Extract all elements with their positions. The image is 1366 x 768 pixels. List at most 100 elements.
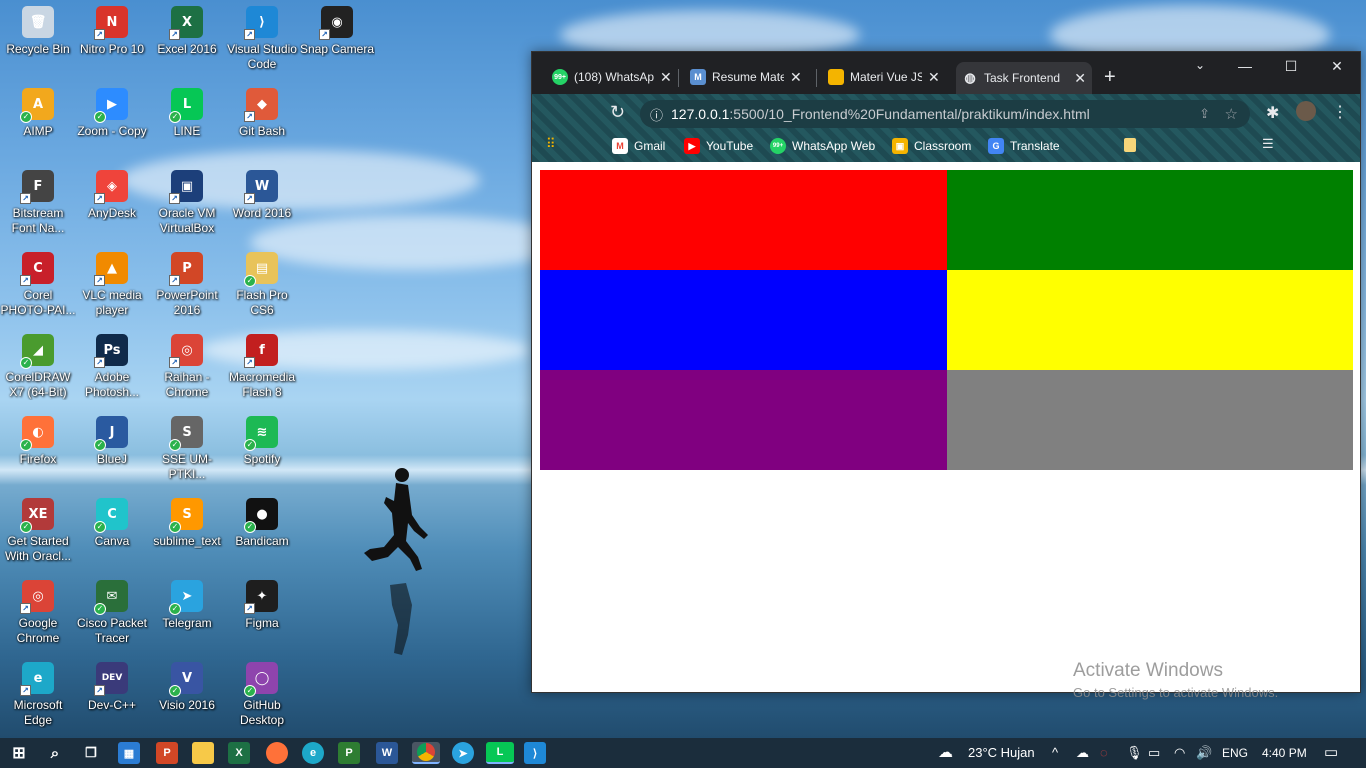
folder-icon[interactable] — [1124, 138, 1136, 152]
notification-icon[interactable]: ▭ — [1324, 743, 1338, 761]
get-started-with-oracl-icon: XE ✓ — [20, 498, 54, 533]
weather-text[interactable]: 23°C Hujan — [968, 745, 1035, 760]
desktop-icon-flash-pro-cs6[interactable]: ▤ ✓ Flash Pro CS6 — [224, 252, 300, 318]
desktop-icon-google-chrome[interactable]: ◎ ↗ Google Chrome — [0, 580, 76, 646]
chevron-up-icon[interactable]: ^ — [1052, 745, 1058, 760]
close-window-button[interactable]: ✕ — [1314, 58, 1360, 75]
close-tab-icon[interactable]: ✕ — [1074, 70, 1086, 87]
reading-list-icon[interactable]: ☰ — [1262, 136, 1274, 152]
share-icon[interactable]: ⇪ — [1199, 106, 1210, 122]
file-explorer-icon[interactable] — [192, 742, 214, 764]
start-button[interactable]: ⊞ — [8, 742, 30, 764]
desktop-icon-spotify[interactable]: ≋ ✓ Spotify — [224, 416, 300, 467]
volume-icon[interactable]: 🔊 — [1196, 745, 1212, 761]
telegram-taskbar-icon[interactable]: ➤ — [452, 742, 474, 764]
tab-whatsapp[interactable]: 99+ (108) WhatsApp ✕ — [546, 64, 678, 90]
desktop-icon-adobe-photosh[interactable]: Ps ↗ Adobe Photosh... — [74, 334, 150, 400]
tab-task-frontend[interactable]: ◍ Task Frontend ✕ — [956, 62, 1092, 94]
desktop-icon-macromedia-flash-8[interactable]: f ↗ Macromedia Flash 8 — [224, 334, 300, 400]
task-view-icon[interactable]: ❐ — [80, 742, 102, 764]
cloud-status-icon[interactable]: ☁ — [1076, 745, 1089, 761]
desktop-icon-aimp[interactable]: A ✓ AIMP — [0, 88, 76, 139]
desktop-icon-sublime-text[interactable]: S ✓ sublime_text — [149, 498, 225, 549]
tab-search-icon[interactable]: ⌄ — [1177, 58, 1223, 72]
weather-icon[interactable]: ☁ — [938, 743, 953, 761]
network-error-icon[interactable]: ◌ — [1100, 745, 1108, 760]
desktop-icon-firefox[interactable]: ◐ ✓ Firefox — [0, 416, 76, 467]
excel-taskbar-icon[interactable]: X — [228, 742, 250, 764]
desktop-icon-canva[interactable]: C ✓ Canva — [74, 498, 150, 549]
desktop-icon-label: Flash Pro CS6 — [236, 288, 288, 317]
desktop-icon-oracle-vm-virtualbox[interactable]: ▣ ↗ Oracle VM VirtualBox — [149, 170, 225, 236]
desktop-icon-snap-camera[interactable]: ◉ ↗ Snap Camera — [299, 6, 375, 57]
sync-check-icon: ✓ — [244, 685, 256, 697]
desktop-icon-anydesk[interactable]: ◈ ↗ AnyDesk — [74, 170, 150, 221]
chrome-taskbar-icon[interactable] — [412, 742, 440, 764]
desktop-icon-github-desktop[interactable]: ◯ ✓ GitHub Desktop — [224, 662, 300, 728]
search-icon[interactable]: ⌕ — [44, 742, 66, 764]
desktop-icon-microsoft-edge[interactable]: e ↗ Microsoft Edge — [0, 662, 76, 728]
desktop-icon-cisco-packet-tracer[interactable]: ✉ ✓ Cisco Packet Tracer — [74, 580, 150, 646]
desktop-icon-bitstream-font-na[interactable]: F ↗ Bitstream Font Na... — [0, 170, 76, 236]
edge-taskbar-icon[interactable]: e — [302, 742, 324, 764]
desktop-icon-visio-2016[interactable]: V ✓ Visio 2016 — [149, 662, 225, 713]
bookmark-gmail[interactable]: M Gmail — [612, 138, 665, 154]
sync-check-icon: ✓ — [94, 603, 106, 615]
word-taskbar-icon[interactable]: W — [376, 742, 398, 764]
desktop-icon-bluej[interactable]: J ✓ BlueJ — [74, 416, 150, 467]
desktop-icon-dev-c[interactable]: DEV ↗ Dev-C++ — [74, 662, 150, 713]
close-tab-icon[interactable]: ✕ — [790, 69, 802, 86]
desktop-icon-excel-2016[interactable]: X ↗ Excel 2016 — [149, 6, 225, 57]
clock[interactable]: 4:40 PM — [1262, 746, 1307, 760]
zoom-copy-icon: ▶ ✓ — [94, 88, 128, 123]
desktop-icon-zoom-copy[interactable]: ▶ ✓ Zoom - Copy — [74, 88, 150, 139]
bookmark-youtube[interactable]: ▶ YouTube — [684, 138, 753, 154]
bookmark-star-icon[interactable]: ☆ — [1225, 105, 1238, 123]
desktop-icon-visual-studio-code[interactable]: ⟩ ↗ Visual Studio Code — [224, 6, 300, 72]
tab-materi-vue[interactable]: Materi Vue JS ✕ — [822, 64, 946, 90]
new-tab-button[interactable]: + — [1104, 66, 1116, 89]
vscode-taskbar-icon[interactable]: ⟩ — [524, 742, 546, 764]
bookmark-whatsapp-web[interactable]: 99+ WhatsApp Web — [770, 138, 875, 154]
menu-icon[interactable]: ⋮ — [1332, 102, 1348, 122]
desktop-icon-vlc-media-player[interactable]: ▲ ↗ VLC media player — [74, 252, 150, 318]
desktop-icon-raihan-chrome[interactable]: ◎ ↗ Raihan - Chrome — [149, 334, 225, 400]
maximize-button[interactable]: ☐ — [1268, 58, 1314, 75]
extensions-icon[interactable]: ✱ — [1266, 103, 1279, 123]
desktop-icon-sse-um-ptki[interactable]: S ✓ SSE UM-PTKI... — [149, 416, 225, 482]
language-indicator[interactable]: ENG — [1222, 746, 1248, 760]
desktop-icon-get-started-with-oracl[interactable]: XE ✓ Get Started With Oracl... — [0, 498, 76, 564]
desktop-icon-nitro-pro-10[interactable]: N ↗ Nitro Pro 10 — [74, 6, 150, 57]
info-icon[interactable]: ⓘ — [650, 105, 663, 124]
desktop-icon-bandicam[interactable]: ● ✓ Bandicam — [224, 498, 300, 549]
desktop-icon-recycle-bin[interactable]: 🗑 Recycle Bin — [0, 6, 76, 57]
desktop-icon-word-2016[interactable]: W ↗ Word 2016 — [224, 170, 300, 221]
desktop-icon-telegram[interactable]: ➤ ✓ Telegram — [149, 580, 225, 631]
desktop-icon-corel-photo-pai[interactable]: C ↗ Corel PHOTO-PAI... — [0, 252, 76, 318]
wifi-icon[interactable]: ◠ — [1174, 745, 1185, 761]
address-bar[interactable]: ⓘ 127.0.0.1 :5500/10_Frontend%20Fundamen… — [640, 100, 1250, 128]
desktop-icon-line[interactable]: L ✓ LINE — [149, 88, 225, 139]
close-tab-icon[interactable]: ✕ — [928, 69, 940, 86]
apps-icon[interactable]: ⠿ — [546, 136, 556, 152]
minimize-button[interactable]: — — [1222, 58, 1268, 74]
store-icon[interactable]: ▦ — [118, 742, 140, 764]
microphone-icon[interactable]: 🎙 — [1126, 745, 1143, 761]
desktop-icon-git-bash[interactable]: ◆ ↗ Git Bash — [224, 88, 300, 139]
desktop-icon-figma[interactable]: ✦ ↗ Figma — [224, 580, 300, 631]
line-taskbar-icon[interactable]: L — [486, 742, 514, 764]
bookmark-translate[interactable]: G Translate — [988, 138, 1060, 154]
reload-icon[interactable]: ↻ — [610, 102, 625, 123]
firefox-taskbar-icon[interactable] — [266, 742, 288, 764]
desktop-icon-label: CorelDRAW X7 (64-Bit) — [5, 370, 71, 399]
desktop-icon-coreldraw-x7-64-bit[interactable]: ◢ ✓ CorelDRAW X7 (64-Bit) — [0, 334, 76, 400]
powerpoint-taskbar-icon[interactable]: P — [156, 742, 178, 764]
battery-icon[interactable]: ▭ — [1148, 745, 1160, 761]
close-tab-icon[interactable]: ✕ — [660, 69, 672, 86]
shortcut-arrow-icon: ↗ — [169, 29, 180, 40]
desktop-icon-powerpoint-2016[interactable]: P ↗ PowerPoint 2016 — [149, 252, 225, 318]
profile-avatar[interactable] — [1296, 101, 1316, 121]
tab-resume-materi[interactable]: M Resume Materi ✕ — [684, 64, 808, 90]
bookmark-classroom[interactable]: ▣ Classroom — [892, 138, 971, 154]
project-taskbar-icon[interactable]: P — [338, 742, 360, 764]
